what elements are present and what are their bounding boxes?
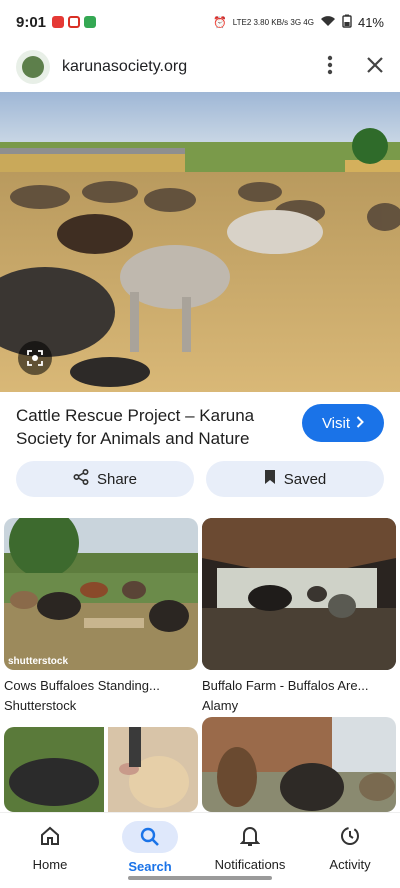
visit-label: Visit [321,414,351,432]
share-label: Share [96,470,138,488]
status-time: 9:01 [16,13,47,31]
youtube-notification-icon [52,16,65,28]
alarm-icon: ⏰ [213,16,227,29]
close-icon[interactable] [366,53,384,81]
activity-icon [300,821,400,851]
nav-search-label: Search [128,859,172,874]
nav-home[interactable]: Home [0,821,100,872]
related-image[interactable] [202,717,396,812]
site-favicon [16,50,50,84]
saved-button[interactable]: Saved [206,461,384,497]
nav-activity-label: Activity [329,857,371,872]
wifi-icon [320,15,336,30]
lens-icon[interactable] [18,341,52,375]
browser-header: karunasociety.org [0,44,400,90]
related-caption[interactable]: Cows Buffaloes Standing... [4,678,198,693]
related-card[interactable]: Buffalo Farm - Buffalos Are... Alamy [202,518,396,713]
share-icon [73,468,89,489]
hero-image[interactable] [0,92,400,392]
gmail-notification-icon [68,16,81,28]
site-domain[interactable]: karunasociety.org [62,58,187,76]
chevron-right-icon [356,415,364,432]
nav-notifications[interactable]: Notifications [200,821,300,872]
nav-search[interactable]: Search [100,821,200,874]
nav-activity[interactable]: Activity [300,821,400,872]
watermark: shutterstock [8,656,69,667]
related-card[interactable]: shutterstock Cows Buffaloes Standing... … [4,518,198,713]
sheets-notification-icon [84,16,97,28]
gesture-handle[interactable] [128,876,272,880]
saved-label: Saved [283,470,327,488]
bookmark-icon [264,469,276,489]
related-image[interactable]: shutterstock [4,518,198,670]
home-icon [0,821,100,851]
share-button[interactable]: Share [16,461,194,497]
related-source: Shutterstock [4,698,77,713]
status-bar: 9:01 ⏰ LTE2 3.80 KB/s 3G 4G 41% [0,0,400,44]
related-caption[interactable]: Buffalo Farm - Buffalos Are... [202,678,396,693]
related-card[interactable] [202,717,396,812]
related-source: Alamy [202,698,239,713]
related-image[interactable] [202,518,396,670]
result-title[interactable]: Cattle Rescue Project – Karuna Society f… [16,404,286,450]
search-icon [122,821,178,853]
bell-icon [200,821,300,851]
nav-home-label: Home [32,857,68,872]
related-card[interactable] [4,727,198,812]
visit-button[interactable]: Visit [302,404,384,442]
more-vert-icon[interactable] [320,55,340,79]
status-right: ⏰ LTE2 3.80 KB/s 3G 4G 41% [213,14,384,31]
related-image[interactable] [4,727,198,812]
nav-notifications-label: Notifications [214,857,286,872]
signal-text: LTE2 3.80 KB/s 3G 4G [232,17,314,27]
battery-percent: 41% [357,14,384,30]
notification-icons [52,16,97,28]
battery-icon [342,14,352,31]
